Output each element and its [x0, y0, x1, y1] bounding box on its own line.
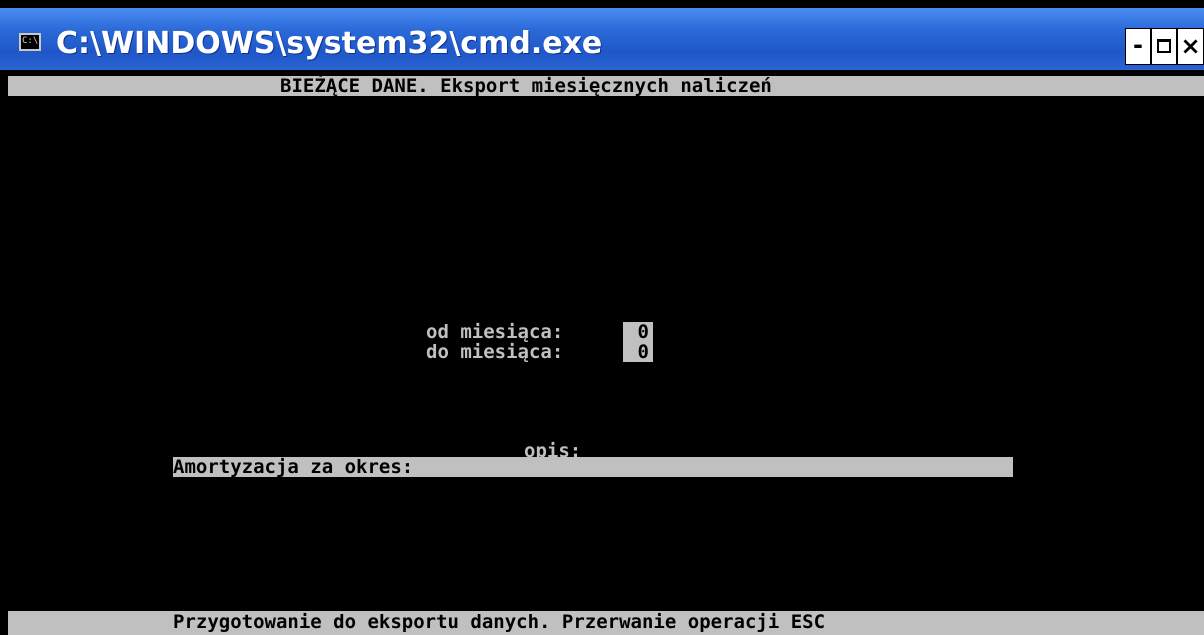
- screen-header: BIEŻĄCE DANE. Eksport miesięcznych nalic…: [280, 75, 772, 97]
- console-area[interactable]: BIEŻĄCE DANE. Eksport miesięcznych nalic…: [8, 70, 1204, 635]
- status-message: Przygotowanie do eksportu danych. Przerw…: [173, 611, 826, 633]
- window-title: C:\WINDOWS\system32\cmd.exe: [56, 26, 603, 61]
- close-button[interactable]: ×: [1177, 28, 1204, 65]
- minimize-button[interactable]: -: [1125, 28, 1151, 65]
- to-month-label: do miesiąca:: [426, 341, 564, 363]
- cmd-window: C:\ C:\WINDOWS\system32\cmd.exe - × BIEŻ…: [0, 0, 1204, 635]
- cmd-icon[interactable]: C:\: [19, 33, 41, 51]
- maximize-icon: [1157, 39, 1171, 53]
- from-month-field[interactable]: 0: [623, 322, 653, 342]
- title-bar[interactable]: C:\ C:\WINDOWS\system32\cmd.exe - ×: [0, 8, 1204, 70]
- from-month-label: od miesiąca:: [426, 321, 564, 343]
- maximize-button[interactable]: [1151, 28, 1177, 65]
- description-field[interactable]: Amortyzacja za okres:: [173, 457, 1013, 477]
- to-month-field[interactable]: 0: [623, 342, 653, 362]
